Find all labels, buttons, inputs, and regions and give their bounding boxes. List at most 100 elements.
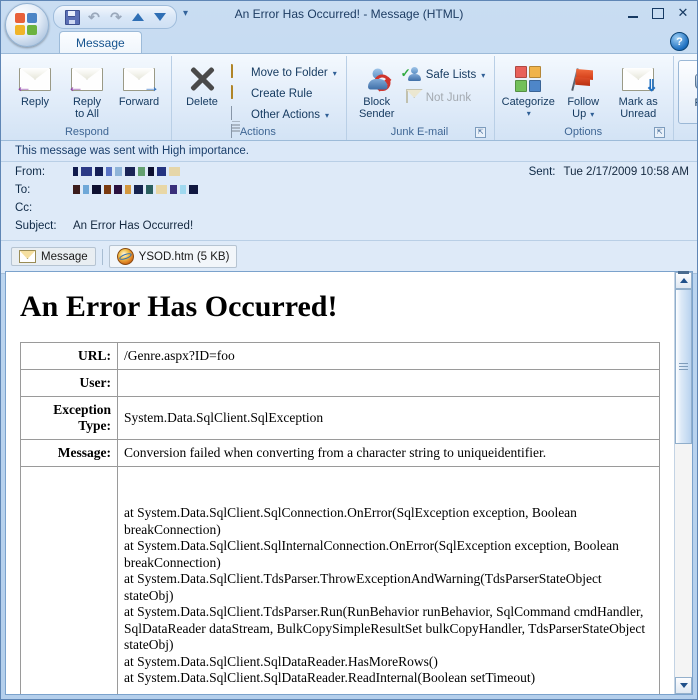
reading-pane: An Error Has Occurred! URL: /Genre.aspx?… (5, 271, 693, 695)
next-item-button[interactable] (150, 8, 170, 26)
header-row-from: From: Sent: Tue 2/17/2009 10:58 AM (1, 166, 697, 184)
redacted-block (114, 185, 122, 195)
options-dialog-launcher[interactable]: ⇱ (654, 127, 666, 138)
redacted-block (169, 167, 180, 177)
categorize-label: Categorize (501, 96, 555, 108)
redo-button[interactable]: ↷ (106, 8, 126, 26)
scroll-up-button[interactable] (675, 271, 692, 289)
redacted-block (189, 185, 198, 195)
message-tab-chip[interactable]: Message (11, 247, 96, 266)
attachment-label: YSOD.htm (5 KB) (138, 250, 230, 263)
categorize-button[interactable]: Categorize ▾ (499, 60, 557, 122)
reply-all-button[interactable]: ← Reply to All (61, 60, 113, 122)
save-button[interactable] (62, 8, 82, 26)
find-button[interactable]: Find ▾ (678, 60, 697, 124)
redacted-block (125, 185, 131, 195)
forward-label: Forward (118, 96, 160, 108)
error-heading: An Error Has Occurred! (20, 290, 338, 323)
maximize-button[interactable] (650, 5, 666, 21)
divider (101, 248, 103, 265)
create-rule-icon (231, 85, 247, 102)
quick-access-toolbar: ↶ ↷ (53, 5, 177, 29)
office-button[interactable] (5, 3, 49, 47)
row-label (20, 466, 118, 694)
importance-text: This message was sent with High importan… (15, 145, 249, 157)
block-sender-label-line1: Block (363, 96, 391, 108)
undo-button[interactable]: ↶ (84, 8, 104, 26)
table-row-stack-trace: at System.Data.SqlClient.SqlConnection.O… (20, 466, 660, 694)
block-sender-icon (367, 62, 391, 96)
find-label: Find (695, 97, 697, 109)
junk-email-label-text: Junk E-mail (390, 126, 449, 138)
vertical-scrollbar[interactable] (674, 271, 692, 694)
subject-label: Subject: (15, 220, 57, 232)
close-button[interactable]: ✕ (675, 5, 691, 21)
scroll-down-button[interactable] (675, 677, 692, 694)
row-label: URL: (20, 342, 118, 370)
redacted-block (156, 185, 167, 195)
tab-message[interactable]: Message (59, 31, 142, 53)
ribbon: ← Reply ← Reply to All → Forward Respond… (1, 53, 697, 141)
outlook-message-window: ↶ ↷ ▾ An Error Has Occurred! - Message (… (0, 0, 698, 700)
reply-icon: ← (15, 62, 51, 96)
redacted-block (104, 185, 111, 195)
reply-all-label-line2: to All (75, 108, 99, 120)
minimize-icon (628, 15, 638, 18)
redo-icon: ↷ (110, 9, 122, 25)
ribbon-group-options: Categorize ▾ Follow Up ▾ ⇓ Mark as Unrea… (494, 56, 671, 140)
safe-lists-button[interactable]: ✓ Safe Lists ▾ (401, 65, 489, 85)
window-controls: ✕ (625, 5, 691, 21)
create-rule-button[interactable]: Create Rule (228, 84, 340, 104)
previous-item-button[interactable] (128, 8, 148, 26)
scrollbar-track[interactable] (675, 289, 692, 677)
header-row-cc: Cc: (1, 202, 697, 220)
undo-icon: ↶ (88, 9, 100, 25)
sent-value: Tue 2/17/2009 10:58 AM (563, 166, 689, 178)
redacted-block (92, 185, 101, 195)
junk-email-dialog-launcher[interactable]: ⇱ (475, 127, 487, 138)
minimize-button[interactable] (625, 5, 641, 21)
follow-up-label-line2: Up ▾ (572, 108, 595, 120)
delete-button[interactable]: Delete (176, 60, 228, 110)
forward-button[interactable]: → Forward (113, 60, 165, 110)
block-sender-button[interactable]: Block Sender (351, 60, 403, 122)
follow-up-button[interactable]: Follow Up ▾ (557, 60, 609, 123)
cc-label: Cc: (15, 202, 33, 214)
redacted-block (148, 167, 154, 177)
scrollbar-thumb[interactable] (675, 289, 692, 445)
help-icon: ? (676, 35, 683, 48)
from-label: From: (15, 166, 46, 178)
delete-label: Delete (186, 96, 218, 108)
table-row: Exception Type: System.Data.SqlClient.Sq… (20, 396, 660, 440)
other-actions-label: Other Actions (251, 109, 321, 121)
chevron-down-icon: ▾ (481, 70, 486, 80)
follow-up-icon (570, 62, 596, 96)
attachment-item[interactable]: YSOD.htm (5 KB) (108, 245, 238, 268)
options-label-text: Options (564, 126, 603, 138)
html-file-icon (116, 248, 134, 265)
mark-as-unread-button[interactable]: ⇓ Mark as Unread (609, 60, 667, 122)
scroll-cap (678, 271, 689, 274)
stack-trace-value: at System.Data.SqlClient.SqlConnection.O… (117, 466, 660, 694)
reply-button[interactable]: ← Reply (9, 60, 61, 110)
triangle-down-icon (679, 683, 688, 688)
forward-icon: → (123, 62, 160, 96)
ribbon-tab-strip: Message ? (1, 31, 697, 53)
close-icon: ✕ (677, 5, 689, 20)
customize-quick-access-button[interactable]: ▾ (183, 8, 188, 19)
row-value: Conversion failed when converting from a… (117, 439, 660, 467)
row-label: User: (20, 369, 118, 397)
redacted-block (170, 185, 177, 195)
move-to-folder-button[interactable]: Move to Folder ▾ (228, 63, 340, 83)
not-junk-label: Not Junk (425, 92, 472, 104)
ribbon-group-label-actions: Actions (239, 126, 276, 138)
from-value (73, 166, 529, 178)
redacted-block (73, 185, 80, 195)
attachment-bar: Message YSOD.htm (5 KB) (1, 241, 697, 274)
row-value: /Genre.aspx?ID=foo (117, 342, 660, 370)
other-actions-button[interactable]: Other Actions ▾ (228, 105, 340, 138)
office-logo-icon (15, 13, 39, 37)
ribbon-group-label-junk-email: Junk E-mail ⇱ (351, 125, 489, 140)
help-button[interactable]: ? (670, 32, 689, 51)
move-to-folder-icon (231, 64, 247, 81)
